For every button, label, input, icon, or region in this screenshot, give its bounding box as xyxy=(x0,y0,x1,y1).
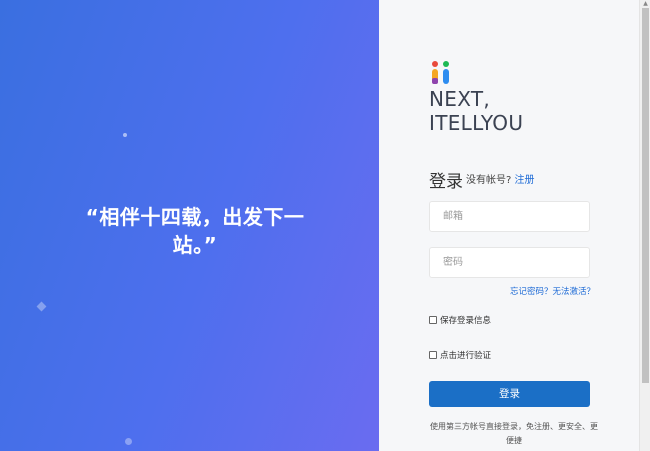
register-hint: 没有帐号? 注册 xyxy=(466,171,535,186)
register-link[interactable]: 注册 xyxy=(515,175,535,186)
scrollbar-thumb[interactable] xyxy=(642,8,649,383)
remember-me-row[interactable]: 保存登录信息 xyxy=(429,314,491,326)
remember-me-checkbox[interactable] xyxy=(429,316,437,324)
vertical-scrollbar[interactable]: ▲ xyxy=(639,0,650,451)
brand-line-1: NEXT, xyxy=(429,87,491,111)
email-input[interactable]: 邮箱 xyxy=(429,201,590,232)
verify-row[interactable]: 点击进行验证 xyxy=(429,349,491,361)
login-title: 登录 xyxy=(429,172,463,192)
decoration-dot xyxy=(123,133,127,137)
no-account-text: 没有帐号? xyxy=(466,175,512,186)
third-party-note: 使用第三方帐号直接登录，免注册、更安全、更便捷 xyxy=(430,422,598,445)
hero-slogan: “相伴十四载，出发下一站。” xyxy=(85,205,305,257)
brand-line-2: ITELLYOU xyxy=(429,111,524,135)
decoration-dot xyxy=(125,438,132,445)
verify-label: 点击进行验证 xyxy=(440,351,492,361)
scroll-up-icon[interactable]: ▲ xyxy=(642,0,649,7)
brand-name: NEXT, ITELLYOU xyxy=(429,87,609,135)
password-input[interactable]: 密码 xyxy=(429,247,590,278)
forgot-password-link[interactable]: 忘记密码？无法激活？ xyxy=(510,285,595,297)
logo-icon xyxy=(432,61,449,84)
decoration-diamond xyxy=(36,301,47,312)
remember-me-label: 保存登录信息 xyxy=(440,316,492,326)
hero-panel: “相伴十四载，出发下一站。” xyxy=(0,0,379,451)
verify-checkbox[interactable] xyxy=(429,351,437,359)
login-button[interactable]: 登录 xyxy=(429,381,590,407)
